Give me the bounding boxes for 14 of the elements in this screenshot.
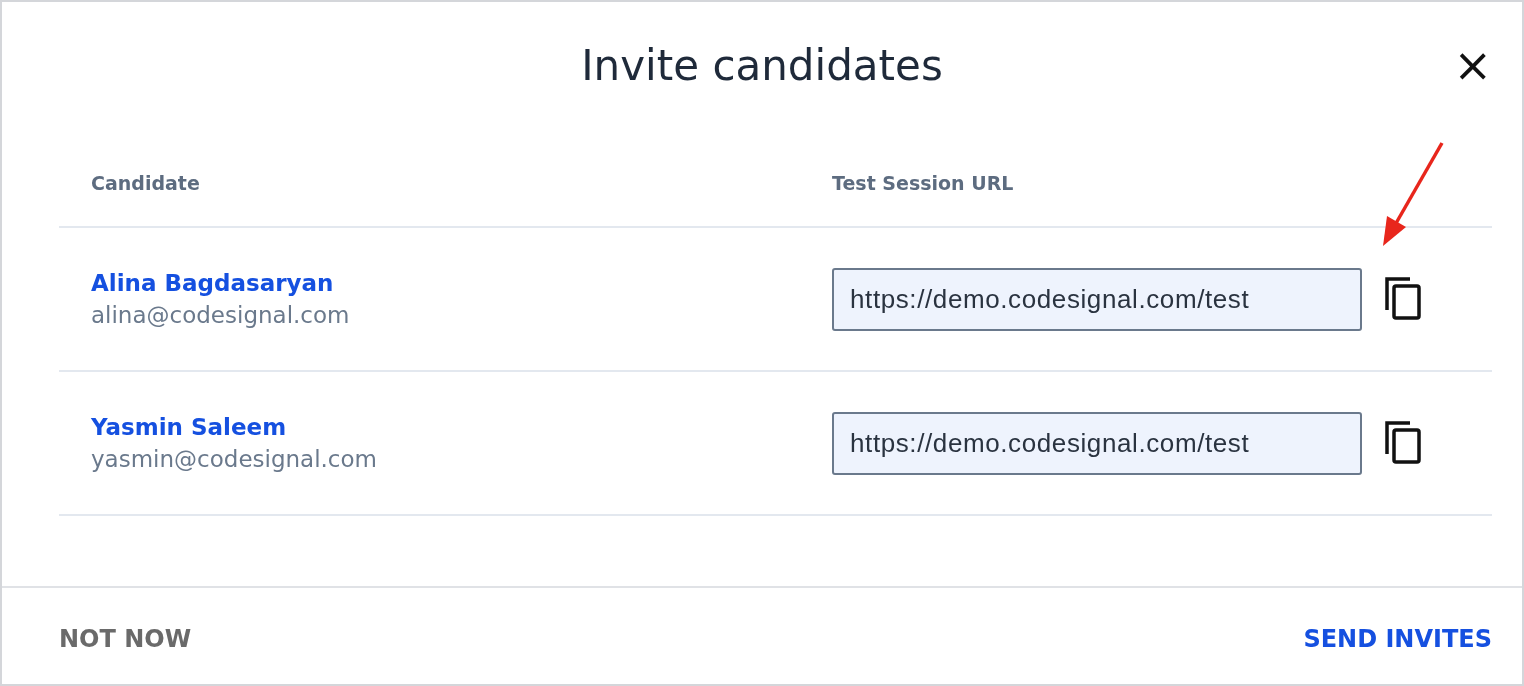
column-header: Test Session URL <box>832 171 1015 194</box>
close-button[interactable]: × <box>1449 42 1496 88</box>
not-now-button[interactable]: NOT NOW <box>59 625 192 653</box>
column-header: Candidate <box>91 171 201 194</box>
candidate-name-link[interactable]: Alina Bagdasaryan <box>91 270 832 296</box>
copy-icon[interactable] <box>1384 276 1424 322</box>
candidate-name-link[interactable]: Yasmin Saleem <box>91 414 832 440</box>
url-field[interactable]: https://demo.codesignal.com/test <box>832 411 1362 475</box>
send-invites-button[interactable]: SEND INVITES <box>1303 625 1492 653</box>
candidate-email: yasmin@codesignal.com <box>91 446 378 472</box>
copy-icon[interactable] <box>1384 420 1424 466</box>
candidate-email: alina@codesignal.com <box>91 302 351 328</box>
dialog-title: Invite candidates <box>581 40 943 90</box>
url-field[interactable]: https://demo.codesignal.com/test <box>832 267 1362 331</box>
